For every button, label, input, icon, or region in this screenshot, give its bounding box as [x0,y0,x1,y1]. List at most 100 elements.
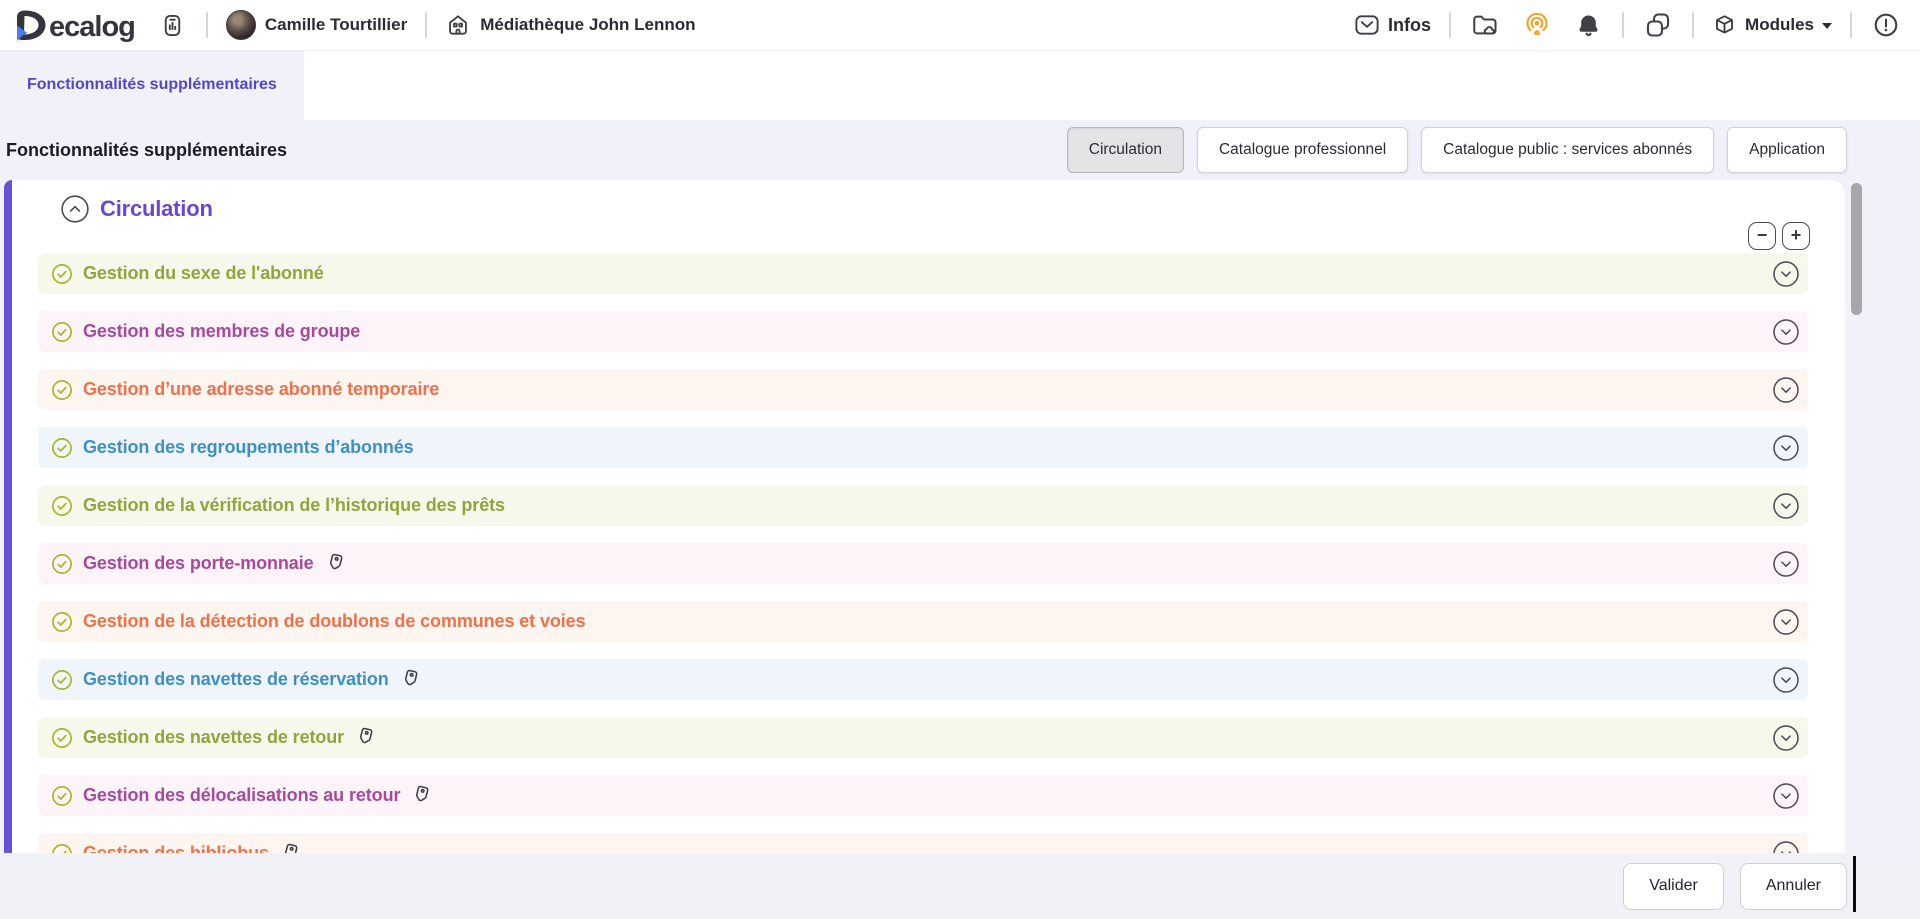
decalog-logo-mark-icon [14,8,48,42]
feature-row[interactable]: Gestion du sexe de l'abonné [38,253,1808,294]
feature-row[interactable]: Gestion des navettes de retour [38,717,1808,758]
check-circle-icon [51,437,73,459]
collapse-all-button[interactable]: − [1748,222,1776,250]
chevron-down-circle-icon[interactable] [1772,318,1800,346]
header-right: Infos [1354,9,1902,41]
feature-row[interactable]: Gestion de la détection de doublons de c… [38,601,1808,642]
chevron-down-circle-icon[interactable] [1772,376,1800,404]
modules-label: Modules [1745,15,1814,35]
section-head: Circulation [60,194,213,224]
infos-label: Infos [1388,15,1431,36]
divider [206,12,208,38]
feature-label: Gestion de la détection de doublons de c… [83,611,586,632]
card-accent-bar [4,180,12,919]
header-icon-group [1469,9,1604,41]
feature-row[interactable]: Gestion des membres de groupe [38,311,1808,352]
feature-label: Gestion des regroupements d’abonnés [83,437,414,458]
annuler-button[interactable]: Annuler [1740,863,1847,910]
tag-icon [354,726,377,749]
feature-row[interactable]: Gestion des navettes de réservation [38,659,1808,700]
chevron-down-circle-icon[interactable] [1772,434,1800,462]
category-button-2[interactable]: Catalogue public : services abonnés [1421,127,1714,173]
expand-all-button[interactable]: + [1782,222,1810,250]
chevron-down-circle-icon[interactable] [1772,492,1800,520]
feature-label: Gestion des navettes de réservation [83,669,389,690]
feature-label: Gestion des navettes de retour [83,727,344,748]
library-building-icon [445,12,471,38]
check-circle-icon [51,611,73,633]
divider [1850,12,1852,38]
decalog-logo[interactable]: ecalog [14,8,135,42]
chevron-up-circle-icon[interactable] [60,194,90,224]
feature-label: Gestion du sexe de l'abonné [83,263,324,284]
chevron-down-circle-icon[interactable] [1772,724,1800,752]
page-head: Fonctionnalités supplémentaires Circulat… [0,120,1920,180]
divider [425,12,427,38]
category-button-group: Circulation Catalogue professionnel Catalo… [1067,127,1847,173]
page-title: Fonctionnalités supplémentaires [6,140,287,161]
infos-button[interactable]: Infos [1354,12,1431,38]
copy-icon[interactable] [1642,9,1674,41]
avatar [226,10,256,40]
category-button-3[interactable]: Application [1727,127,1847,173]
info-circle-icon[interactable] [1870,9,1902,41]
valider-button[interactable]: Valider [1623,863,1724,910]
feature-row[interactable]: Gestion d’une adresse abonné temporaire [38,369,1808,410]
category-button-1[interactable]: Catalogue professionnel [1197,127,1408,173]
library-selector[interactable]: Médiathèque John Lennon [445,12,695,38]
check-circle-icon [51,263,73,285]
tab-bar: Fonctionnalités supplémentaires [0,50,1920,120]
tag-icon [324,552,347,575]
check-circle-icon [51,727,73,749]
user-menu[interactable]: Camille Tourtillier [226,10,407,40]
feature-row[interactable]: Gestion des délocalisations au retour [38,775,1808,816]
section-title: Circulation [100,196,213,222]
footer-bar: Valider Annuler [0,853,1920,919]
tag-icon [399,668,422,691]
category-button-0[interactable]: Circulation [1067,127,1184,173]
mail-icon [1354,12,1380,38]
divider [1692,12,1694,38]
divider [1449,12,1451,38]
user-name: Camille Tourtillier [265,15,407,35]
bell-icon[interactable] [1573,10,1604,41]
feature-list: Gestion du sexe de l'abonné Gestion des m… [38,253,1808,891]
feature-row[interactable]: Gestion de la vérification de l’historiq… [38,485,1808,526]
logo-text: ecalog [49,13,135,42]
check-circle-icon [51,785,73,807]
feature-row[interactable]: Gestion des porte-monnaie [38,543,1808,584]
feature-label: Gestion des porte-monnaie [83,553,314,574]
feature-label: Gestion de la vérification de l’historiq… [83,495,505,516]
scrollbar-thumb[interactable] [1851,183,1862,315]
chevron-down-circle-icon[interactable] [1772,782,1800,810]
chevron-down-circle-icon[interactable] [1772,666,1800,694]
chevron-down-circle-icon[interactable] [1772,550,1800,578]
text-cursor-line [1853,856,1856,912]
divider [1622,12,1624,38]
modules-menu[interactable]: Modules [1712,13,1832,38]
check-circle-icon [51,495,73,517]
library-name: Médiathèque John Lennon [480,15,695,35]
tab-fonctionnalites-supplementaires[interactable]: Fonctionnalités supplémentaires [0,50,304,120]
feature-row[interactable]: Gestion des regroupements d’abonnés [38,427,1808,468]
folder-cloud-icon[interactable] [1469,9,1501,41]
chevron-down-circle-icon[interactable] [1772,260,1800,288]
header-left: ecalog Camille Tourtillier [14,8,696,42]
check-circle-icon [51,669,73,691]
tag-icon [410,784,433,807]
broadcast-icon[interactable] [1521,9,1553,41]
app-window: ecalog Camille Tourtillier [0,0,1920,919]
expand-controls: − + [1748,222,1810,250]
top-header: ecalog Camille Tourtillier [0,0,1920,50]
chevron-down-icon [1822,23,1832,29]
feature-label: Gestion des délocalisations au retour [83,785,400,806]
feature-label: Gestion des membres de groupe [83,321,360,342]
modules-box-icon [1712,13,1737,38]
check-circle-icon [51,379,73,401]
device-icon[interactable] [157,10,188,41]
check-circle-icon [51,553,73,575]
feature-label: Gestion d’une adresse abonné temporaire [83,379,439,400]
chevron-down-circle-icon[interactable] [1772,608,1800,636]
circulation-card: Circulation − + Gestion du sexe de l'abo… [4,180,1845,919]
check-circle-icon [51,321,73,343]
